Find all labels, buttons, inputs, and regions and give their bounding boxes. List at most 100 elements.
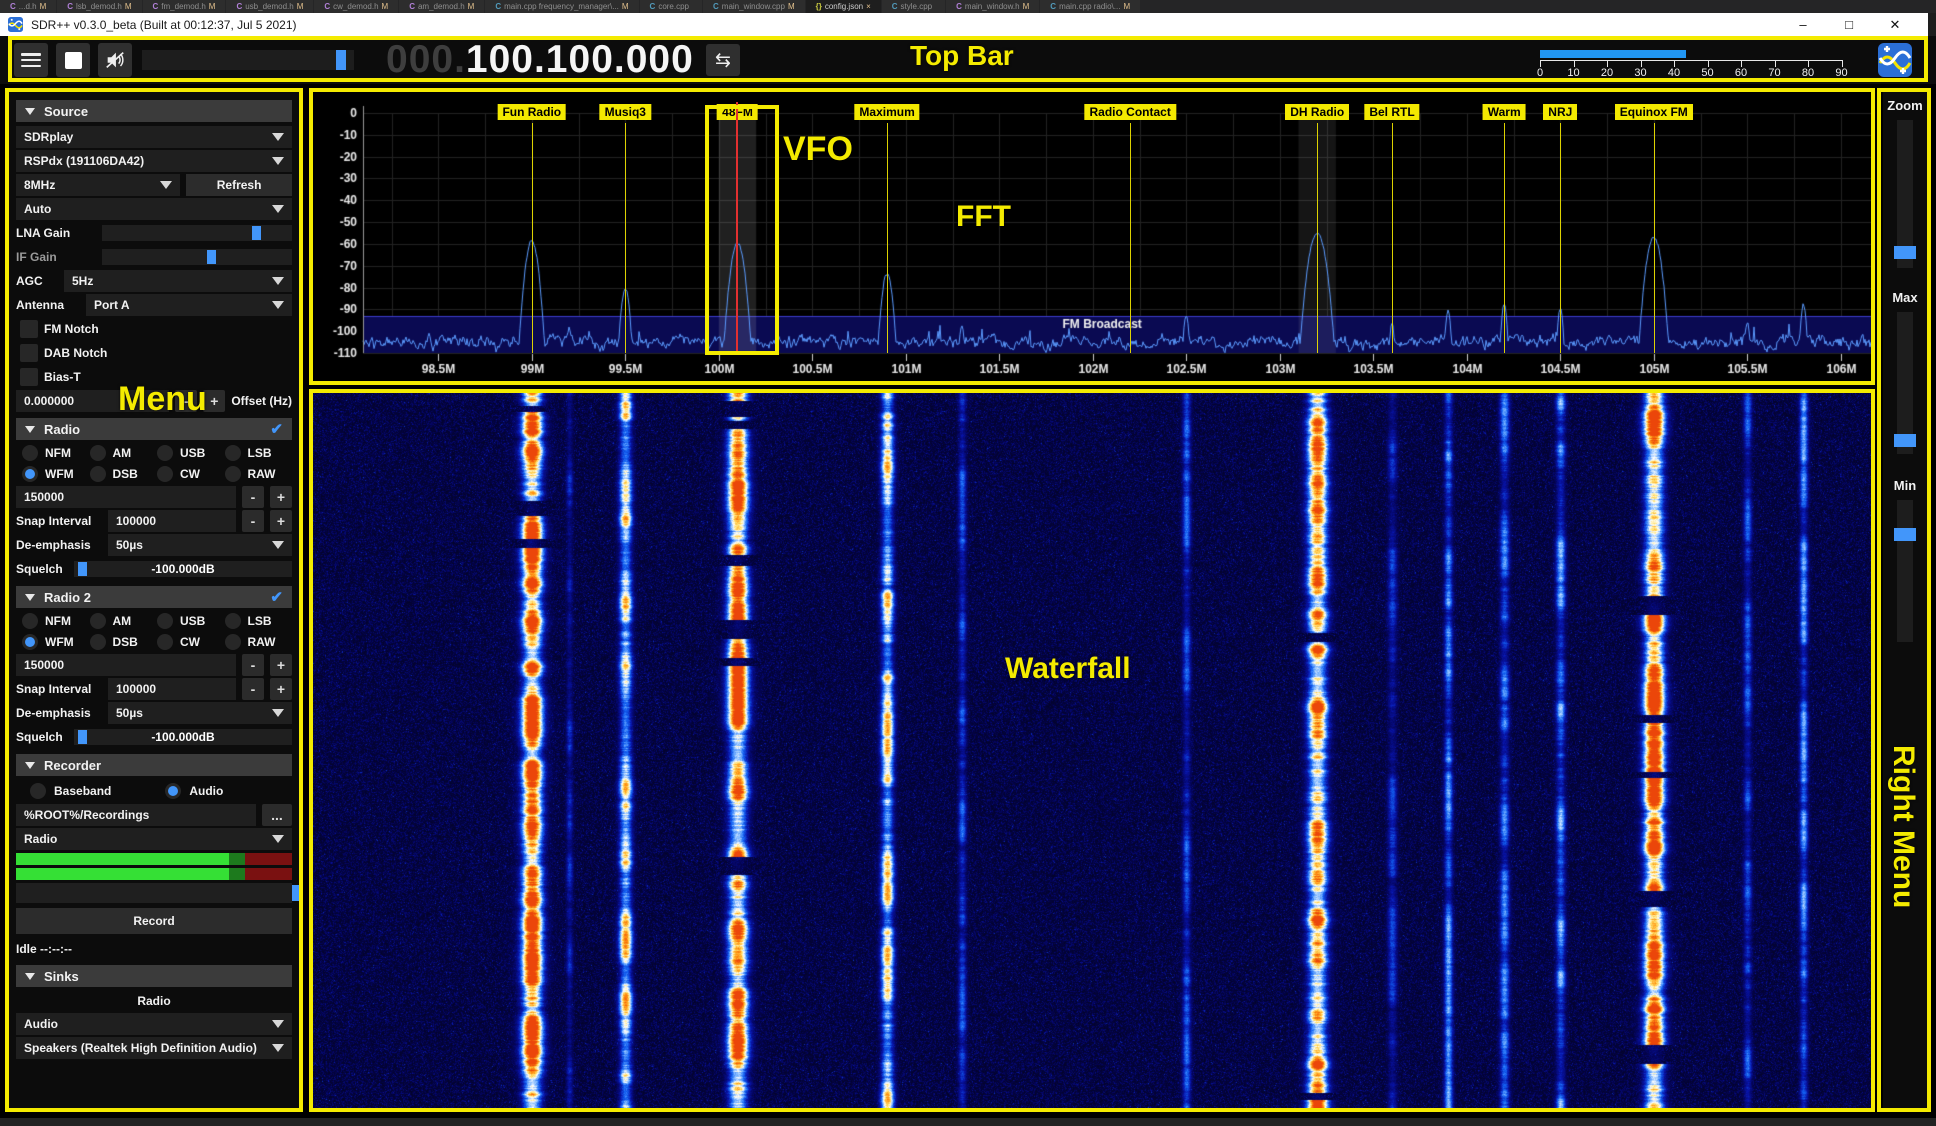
radio-button-icon[interactable]	[157, 613, 173, 629]
editor-tab[interactable]: Cam_demod.hM	[399, 0, 485, 13]
min-slider[interactable]	[1897, 500, 1913, 642]
mode-dsb-option[interactable]: DSB	[90, 466, 158, 482]
if-gain-slider[interactable]	[102, 249, 292, 265]
lna-gain-slider[interactable]	[102, 225, 292, 241]
record-button[interactable]: Record	[16, 908, 292, 934]
radio-button-icon[interactable]	[157, 445, 173, 461]
frequency-display[interactable]: 000.100.100.000	[386, 36, 694, 84]
minimize-button[interactable]: –	[1780, 13, 1826, 36]
if-gain-handle[interactable]	[207, 250, 216, 264]
mode-dsb-option[interactable]: DSB	[90, 634, 158, 650]
snap-minus-button[interactable]: -	[242, 510, 264, 532]
radio-button-icon[interactable]	[90, 613, 106, 629]
refresh-button[interactable]: Refresh	[186, 174, 292, 196]
editor-tab[interactable]: Cmain.cpp radio\...M	[1040, 0, 1141, 13]
radio-button-icon[interactable]	[90, 634, 106, 650]
source-device-dropdown[interactable]: RSPdx (191106DA42)	[16, 150, 292, 172]
mode-cw-option[interactable]: CW	[157, 634, 225, 650]
snap-minus-button[interactable]: -	[242, 678, 264, 700]
radio-button-icon[interactable]	[22, 613, 38, 629]
mode-wfm-option[interactable]: WFM	[22, 466, 90, 482]
editor-tab[interactable]: Ccore.cpp	[640, 0, 703, 13]
radio2-deemphasis-dropdown[interactable]: 50µs	[108, 702, 292, 724]
radio-button-icon[interactable]	[225, 634, 241, 650]
agc-dropdown[interactable]: 5Hz	[64, 270, 292, 292]
radio-button-icon[interactable]	[90, 466, 106, 482]
source-driver-dropdown[interactable]: SDRplay	[16, 126, 292, 148]
station-label-musiq3[interactable]: Musiq3	[600, 104, 651, 120]
recording-path-input[interactable]: %ROOT%/Recordings	[16, 804, 256, 826]
samplerate-dropdown[interactable]: 8MHz	[16, 174, 180, 196]
snap-plus-button[interactable]: +	[270, 678, 292, 700]
recorder-panel-header[interactable]: Recorder	[16, 754, 292, 776]
mode-cw-option[interactable]: CW	[157, 466, 225, 482]
bias-t-checkbox[interactable]	[20, 368, 38, 386]
editor-tab[interactable]: Cstyle.cpp	[882, 0, 946, 13]
station-label-fun-radio[interactable]: Fun Radio	[497, 104, 566, 120]
fft-range-level-bar[interactable]	[1540, 50, 1686, 58]
offset-plus-button[interactable]: +	[203, 390, 225, 412]
max-slider[interactable]	[1897, 312, 1913, 454]
mode-raw-option[interactable]: RAW	[225, 634, 293, 650]
stop-button[interactable]	[56, 43, 90, 77]
recorder-volume-handle[interactable]	[292, 885, 299, 901]
volume-slider-handle[interactable]	[336, 50, 346, 70]
radio-button-icon[interactable]	[157, 634, 173, 650]
deemphasis-dropdown[interactable]: 50µs	[108, 534, 292, 556]
bandwidth-minus-button[interactable]: -	[242, 654, 264, 676]
mode-lsb-option[interactable]: LSB	[225, 613, 293, 629]
radio-button-icon[interactable]	[90, 445, 106, 461]
mode-raw-option[interactable]: RAW	[225, 466, 293, 482]
antenna-dropdown[interactable]: Port A	[86, 294, 292, 316]
zoom-slider-handle[interactable]	[1894, 246, 1916, 259]
offset-input[interactable]: 0.000000	[16, 390, 169, 412]
hamburger-menu-button[interactable]	[14, 43, 48, 77]
lna-gain-handle[interactable]	[252, 226, 261, 240]
mode-am-option[interactable]: AM	[90, 445, 158, 461]
radio2-squelch-slider[interactable]: -100.000dB	[74, 729, 292, 745]
waterfall-canvas[interactable]	[313, 393, 1871, 1108]
snap-plus-button[interactable]: +	[270, 510, 292, 532]
radio-button-icon[interactable]	[225, 445, 241, 461]
offset-minus-button[interactable]: -	[175, 390, 197, 412]
editor-tab[interactable]: {}config.json×	[806, 0, 882, 13]
station-label-equinox-fm[interactable]: Equinox FM	[1615, 104, 1693, 120]
dab-notch-checkbox[interactable]	[20, 344, 38, 362]
zoom-slider[interactable]	[1897, 120, 1913, 268]
if-mode-dropdown[interactable]: Auto	[16, 198, 292, 220]
audio-device-dropdown[interactable]: Speakers (Realtek High Definition Audio)	[16, 1037, 292, 1059]
station-label-bel-rtl[interactable]: Bel RTL	[1364, 104, 1419, 120]
editor-tab[interactable]: Ccw_demod.hM	[314, 0, 399, 13]
tuning-mode-swap-button[interactable]: ⇆	[706, 44, 740, 76]
vfo-center-line[interactable]	[736, 102, 738, 353]
radio-bandwidth-input[interactable]: 150000	[16, 486, 236, 508]
radio-button-icon[interactable]	[22, 634, 38, 650]
squelch-slider[interactable]: -100.000dB	[74, 561, 292, 577]
audio-radio-option[interactable]	[165, 783, 181, 799]
mode-am-option[interactable]: AM	[90, 613, 158, 629]
station-label-warm[interactable]: Warm	[1483, 104, 1526, 120]
mode-wfm-option[interactable]: WFM	[22, 634, 90, 650]
fft-display[interactable]: Fun RadioMusiq348FMMaximumRadio ContactD…	[313, 92, 1871, 381]
editor-tab[interactable]: Cmain_window.hM	[946, 0, 1040, 13]
sinks-panel-header[interactable]: Sinks	[16, 965, 292, 987]
dab-notch-row[interactable]: DAB Notch	[16, 342, 292, 364]
editor-tab[interactable]: Cmain.cpp frequency_manager\...M	[485, 0, 639, 13]
bias-t-row[interactable]: Bias-T	[16, 366, 292, 388]
radio2-bandwidth-input[interactable]: 150000	[16, 654, 236, 676]
mode-usb-option[interactable]: USB	[157, 613, 225, 629]
station-label-dh-radio[interactable]: DH Radio	[1285, 104, 1349, 120]
radio-panel-header[interactable]: Radio ✔	[16, 418, 292, 440]
fft-canvas[interactable]	[313, 92, 1871, 381]
snap-interval-input[interactable]: 100000	[108, 510, 236, 532]
sink-type-dropdown[interactable]: Audio	[16, 1013, 292, 1035]
radio-button-icon[interactable]	[157, 466, 173, 482]
radio-button-icon[interactable]	[22, 466, 38, 482]
mode-nfm-option[interactable]: NFM	[22, 613, 90, 629]
radio2-panel-header[interactable]: Radio 2 ✔	[16, 586, 292, 608]
mode-lsb-option[interactable]: LSB	[225, 445, 293, 461]
recorder-volume-slider[interactable]	[16, 883, 292, 903]
min-slider-handle[interactable]	[1894, 528, 1916, 541]
bandwidth-minus-button[interactable]: -	[242, 486, 264, 508]
bandwidth-plus-button[interactable]: +	[270, 486, 292, 508]
